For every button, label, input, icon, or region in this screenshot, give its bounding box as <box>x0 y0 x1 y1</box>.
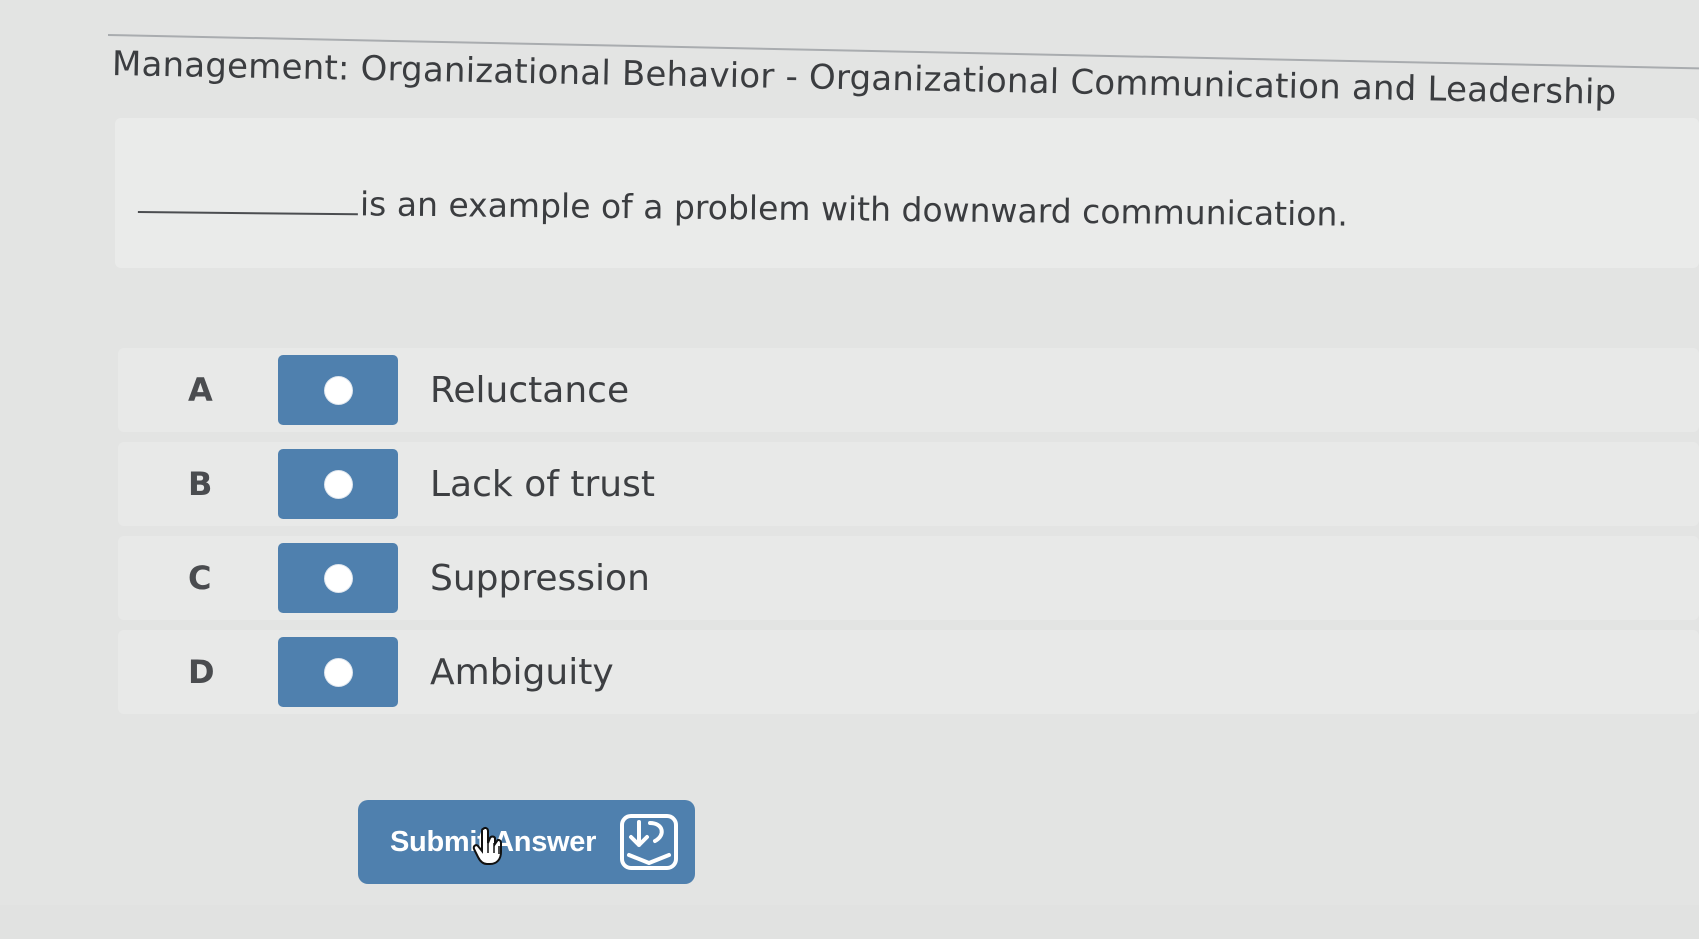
option-c[interactable]: C Suppression <box>118 536 1699 620</box>
option-d-label[interactable]: Ambiguity <box>430 652 614 693</box>
radio-unselected-icon <box>324 470 352 498</box>
option-d[interactable]: D Ambiguity <box>118 630 1699 714</box>
radio-unselected-icon <box>324 376 352 404</box>
option-letter: A <box>188 371 213 409</box>
option-b-label[interactable]: Lack of trust <box>430 464 655 505</box>
option-c-label[interactable]: Suppression <box>430 558 650 599</box>
answer-blank <box>137 210 358 216</box>
answer-options: A Reluctance B Lack of trust C Suppressi… <box>118 348 1699 714</box>
submit-tray-arrow-icon <box>620 814 678 870</box>
option-letter: C <box>188 559 212 597</box>
option-b-radio[interactable] <box>278 449 398 519</box>
option-a-label[interactable]: Reluctance <box>430 370 629 411</box>
option-b[interactable]: B Lack of trust <box>118 442 1699 526</box>
option-d-radio[interactable] <box>278 637 398 707</box>
radio-unselected-icon <box>324 658 352 686</box>
radio-unselected-icon <box>324 564 352 592</box>
option-c-radio[interactable] <box>278 543 398 613</box>
option-letter: B <box>188 465 213 503</box>
option-a[interactable]: A Reluctance <box>118 348 1699 432</box>
option-letter: D <box>188 653 215 691</box>
option-a-radio[interactable] <box>278 355 398 425</box>
submit-answer-button[interactable]: Submit Answer <box>358 800 695 884</box>
hand-pointer-icon <box>472 826 502 865</box>
page-footer-area <box>0 905 1699 939</box>
